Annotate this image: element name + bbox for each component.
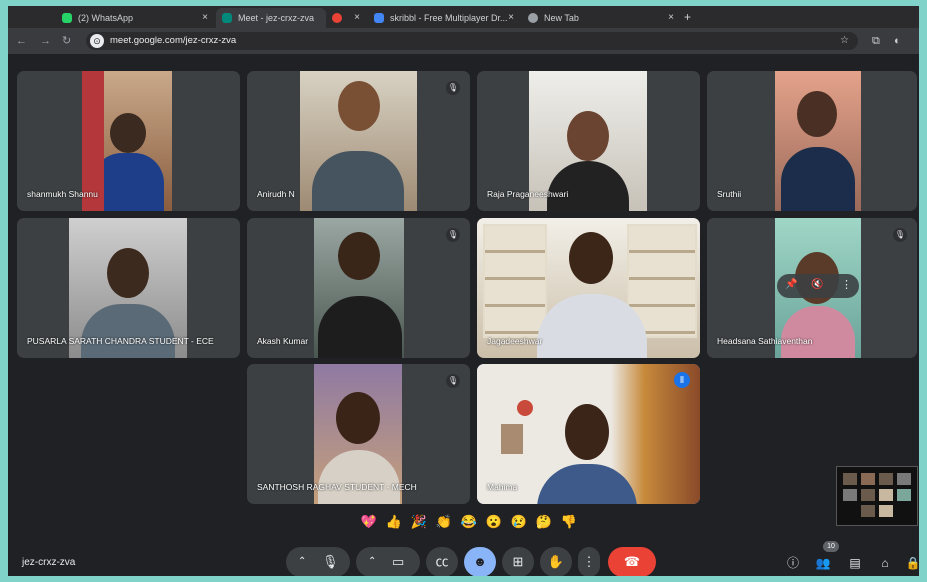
muted-mic-icon: 🎙 bbox=[446, 374, 460, 388]
participant-name: shanmukh Shannu bbox=[27, 189, 98, 199]
thumbs-up-reaction-icon[interactable]: 👍 bbox=[383, 511, 405, 533]
raise-hand-button[interactable]: ✋ bbox=[540, 547, 572, 576]
microphone-control[interactable]: ⌃ 🎙 bbox=[286, 547, 350, 576]
url-field[interactable]: ⊙ meet.google.com/jez-crxz-zva bbox=[86, 32, 858, 50]
tab-meet[interactable]: Meet - jez-crxz-zva bbox=[216, 8, 326, 28]
tab-bar: (2) WhatsApp × Meet - jez-crxz-zva × skr… bbox=[8, 6, 919, 28]
muted-mic-icon: 🎙 bbox=[446, 81, 460, 95]
back-icon[interactable]: ← bbox=[16, 33, 27, 49]
muted-mic-icon: 🎙 bbox=[893, 228, 907, 242]
close-tab-icon[interactable]: × bbox=[508, 8, 514, 28]
profile-icon[interactable]: ◐ bbox=[894, 34, 901, 48]
chrome-icon bbox=[528, 13, 538, 23]
participant-tile[interactable]: 🎙 SANTHOSH RAGHAV STUDENT - MECH bbox=[247, 364, 470, 504]
participant-tile[interactable]: 📌 🔇 ⋮ 🎙 Headsana Sathiaventhan bbox=[707, 218, 917, 358]
close-tab-icon[interactable]: × bbox=[354, 8, 360, 28]
party-popper-reaction-icon[interactable]: 🎉 bbox=[408, 511, 430, 533]
participant-tile[interactable]: PUSARLA SARATH CHANDRA STUDENT - ECE bbox=[17, 218, 240, 358]
chevron-up-icon[interactable]: ⌃ bbox=[368, 547, 376, 576]
present-button[interactable]: ⊞ bbox=[502, 547, 534, 576]
new-tab-button[interactable]: + bbox=[684, 8, 691, 26]
present-screen-icon: ⊞ bbox=[512, 554, 524, 569]
participant-name: Anirudh N bbox=[257, 189, 295, 199]
participant-name: SANTHOSH RAGHAV STUDENT - MECH bbox=[257, 482, 417, 492]
sparkling-heart-reaction-icon[interactable]: 💖 bbox=[358, 511, 380, 533]
activities-icon[interactable]: ⌂ bbox=[876, 554, 894, 572]
participant-video bbox=[314, 218, 404, 358]
participant-tile[interactable]: 🎙 Akash Kumar bbox=[247, 218, 470, 358]
record-icon bbox=[332, 13, 342, 23]
meet-icon bbox=[222, 13, 232, 23]
thumbs-down-reaction-icon[interactable]: 👎 bbox=[558, 511, 580, 533]
participant-tile[interactable]: Raja Praganeeshwari bbox=[477, 71, 700, 211]
participant-tile[interactable]: Sruthii bbox=[707, 71, 917, 211]
participant-name: Sruthii bbox=[717, 189, 742, 199]
participant-name: PUSARLA SARATH CHANDRA STUDENT - ECE bbox=[27, 336, 214, 346]
address-bar: ← → ↻ ⊙ meet.google.com/jez-crxz-zva ☆ ⧉… bbox=[8, 28, 919, 54]
skribbl-icon bbox=[374, 13, 384, 23]
speaking-indicator-icon: ⦀ bbox=[674, 372, 690, 388]
reactions-bar: 💖 👍 🎉 👏 😂 😮 😢 🤔 👎 bbox=[358, 511, 583, 533]
surprised-reaction-icon[interactable]: 😮 bbox=[483, 511, 505, 533]
participant-name: Raja Praganeeshwari bbox=[487, 189, 569, 199]
more-options-button[interactable]: ⋮ bbox=[578, 547, 600, 576]
participant-tile[interactable]: 🎙 Anirudh N bbox=[247, 71, 470, 211]
tab-title: (2) WhatsApp bbox=[78, 13, 134, 23]
mute-participant-icon[interactable]: 🔇 bbox=[811, 279, 823, 290]
tab-title: New Tab bbox=[544, 13, 579, 23]
thinking-reaction-icon[interactable]: 🤔 bbox=[533, 511, 555, 533]
tab-recording[interactable]: × bbox=[326, 8, 366, 28]
participant-name: Headsana Sathiaventhan bbox=[717, 336, 813, 346]
tab-whatsapp[interactable]: (2) WhatsApp × bbox=[56, 8, 214, 28]
pin-icon[interactable]: 📌 bbox=[785, 279, 797, 290]
leave-call-button[interactable]: ☎ bbox=[608, 547, 656, 576]
captions-icon: ㏄ bbox=[435, 554, 449, 569]
tile-hover-toolbar: 📌 🔇 ⋮ bbox=[777, 274, 859, 298]
browser-window: (2) WhatsApp × Meet - jez-crxz-zva × skr… bbox=[8, 6, 919, 576]
more-options-icon[interactable]: ⋮ bbox=[841, 278, 852, 291]
camera-control[interactable]: ⌃ ▭ bbox=[356, 547, 420, 576]
tab-skribbl[interactable]: skribbl - Free Multiplayer Dr... × bbox=[368, 8, 520, 28]
participant-tile[interactable]: Jagadeeshwar bbox=[477, 218, 700, 358]
forward-icon[interactable]: → bbox=[40, 33, 51, 49]
emoji-icon: ☻ bbox=[473, 554, 487, 569]
tab-title: skribbl - Free Multiplayer Dr... bbox=[390, 13, 508, 23]
clapping-reaction-icon[interactable]: 👏 bbox=[433, 511, 455, 533]
participant-name: Mahima bbox=[487, 482, 518, 492]
microphone-icon[interactable]: 🎙 bbox=[322, 547, 339, 576]
chevron-up-icon[interactable]: ⌃ bbox=[298, 547, 306, 576]
sad-reaction-icon[interactable]: 😢 bbox=[508, 511, 530, 533]
more-vert-icon: ⋮ bbox=[582, 554, 596, 569]
participant-count-badge: 10 bbox=[823, 541, 839, 552]
hand-icon: ✋ bbox=[547, 554, 565, 569]
whatsapp-icon bbox=[62, 13, 72, 23]
tab-new-tab[interactable]: New Tab × bbox=[522, 8, 680, 28]
participant-name: Jagadeeshwar bbox=[487, 336, 543, 346]
chat-icon[interactable]: ▤ bbox=[846, 554, 864, 572]
camera-icon[interactable]: ▭ bbox=[392, 547, 404, 576]
reload-icon[interactable]: ↻ bbox=[62, 33, 71, 49]
reactions-button[interactable]: ☻ bbox=[464, 547, 496, 576]
meeting-code: jez-crxz-zva bbox=[22, 557, 76, 568]
participant-video bbox=[300, 71, 417, 211]
end-call-icon: ☎ bbox=[623, 554, 641, 569]
site-info-icon[interactable]: ⊙ bbox=[90, 34, 104, 48]
meeting-info-icon[interactable]: ⓘ bbox=[784, 554, 802, 572]
host-controls-icon[interactable]: 🔒 bbox=[904, 554, 919, 572]
close-tab-icon[interactable]: × bbox=[202, 8, 208, 28]
url-text: meet.google.com/jez-crxz-zva bbox=[110, 35, 237, 46]
captions-button[interactable]: ㏄ bbox=[426, 547, 458, 576]
participant-tile[interactable]: shanmukh Shannu bbox=[17, 71, 240, 211]
tab-title: Meet - jez-crxz-zva bbox=[238, 13, 315, 23]
people-icon[interactable]: 👥 bbox=[814, 554, 832, 572]
laughing-reaction-icon[interactable]: 😂 bbox=[458, 511, 480, 533]
self-view-thumbnail[interactable] bbox=[836, 466, 918, 526]
muted-mic-icon: 🎙 bbox=[446, 228, 460, 242]
participant-video bbox=[775, 71, 861, 211]
participant-name: Akash Kumar bbox=[257, 336, 309, 346]
participant-tile-active-speaker[interactable]: ⦀ Mahima bbox=[477, 364, 700, 504]
close-tab-icon[interactable]: × bbox=[668, 8, 674, 28]
bookmark-star-icon[interactable]: ☆ bbox=[840, 34, 849, 48]
extensions-icon[interactable]: ⧉ bbox=[872, 34, 880, 48]
